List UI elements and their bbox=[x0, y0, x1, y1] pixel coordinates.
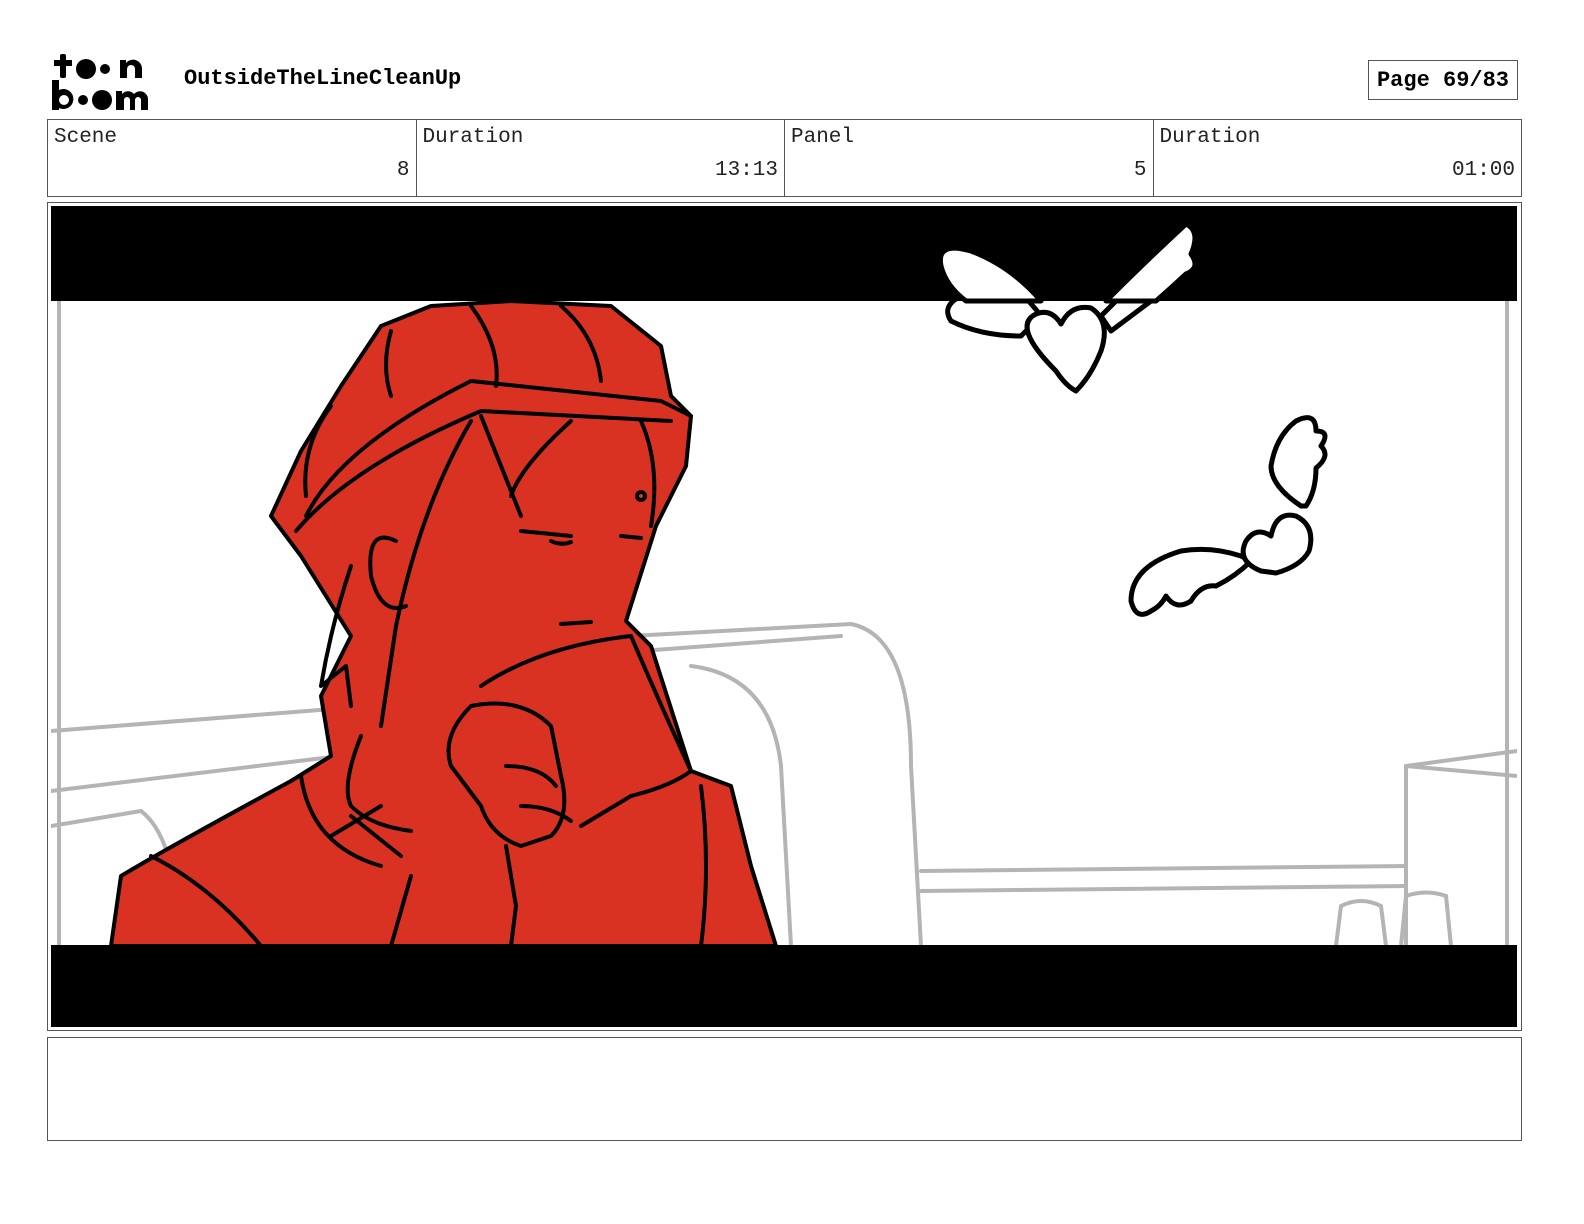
storyboard-panel bbox=[47, 202, 1522, 1031]
panel-duration-value: 01:00 bbox=[1451, 159, 1515, 182]
panel-notes bbox=[47, 1037, 1522, 1141]
toon-boom-logo bbox=[52, 54, 149, 110]
letterbox-top bbox=[51, 206, 1517, 301]
scene-duration-value: 13:13 bbox=[714, 159, 778, 182]
scene-value: 8 bbox=[396, 159, 410, 182]
panel-value: 5 bbox=[1133, 159, 1147, 182]
scene-duration-cell: Duration 13:13 bbox=[417, 120, 785, 196]
panel-cell: Panel 5 bbox=[785, 120, 1154, 196]
scene-cell: Scene 8 bbox=[48, 120, 417, 196]
panel-duration-cell: Duration 01:00 bbox=[1154, 120, 1522, 196]
panel-info-row: Scene 8 Duration 13:13 Panel 5 Duration … bbox=[47, 119, 1522, 197]
letterbox-bottom bbox=[51, 945, 1517, 1027]
project-title: OutsideTheLineCleanUp bbox=[184, 66, 462, 91]
panel-label: Panel bbox=[791, 126, 855, 149]
scene-label: Scene bbox=[54, 126, 118, 149]
scene-duration-label: Duration bbox=[422, 126, 524, 149]
panel-drawing bbox=[51, 206, 1517, 1027]
page-number: Page 69/83 bbox=[1368, 60, 1518, 100]
panel-duration-label: Duration bbox=[1159, 126, 1261, 149]
